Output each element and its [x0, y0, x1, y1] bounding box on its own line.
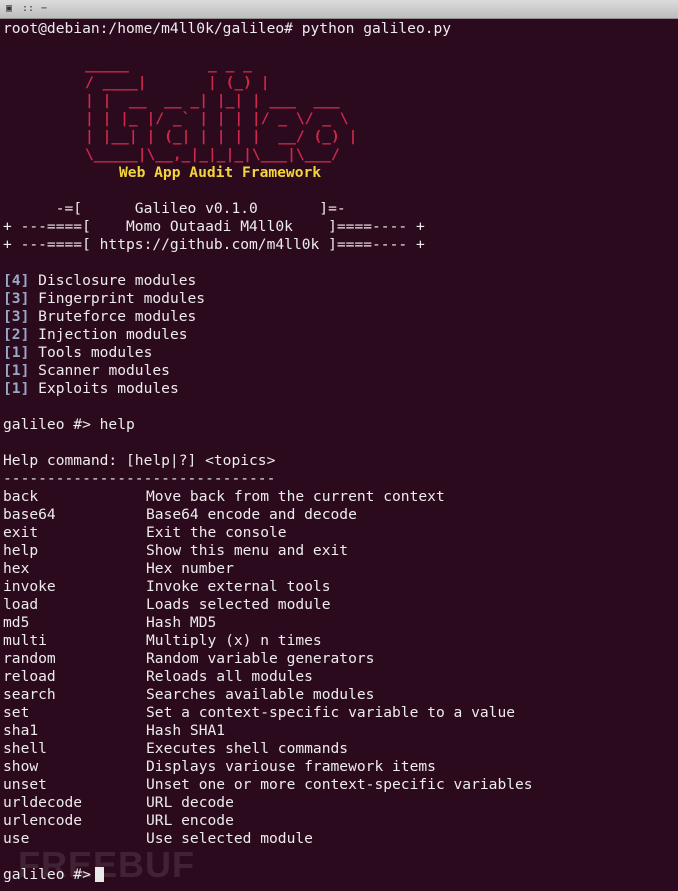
command-description: Loads selected module: [146, 596, 331, 613]
banner-author-line: + ---====[ Momo Outaadi M4ll0k ]====----…: [3, 218, 425, 235]
command-name: load: [3, 596, 39, 613]
banner-url-line: + ---====[ https://github.com/m4ll0k ]==…: [3, 236, 425, 253]
galileo-banner: _____ _ _ _ / ____| | (_) | | | __ __ _|…: [3, 56, 675, 181]
command-name: multi: [3, 632, 47, 649]
command-row: hex Hex number: [3, 560, 675, 578]
command-name: show: [3, 758, 39, 775]
command-row: multi Multiply (x) n times: [3, 632, 675, 650]
command-row: invoke Invoke external tools: [3, 578, 675, 596]
module-list: [4] Disclosure modules [3] Fingerprint mo…: [3, 272, 675, 398]
module-label: Fingerprint modules: [38, 290, 206, 307]
module-label: Exploits modules: [38, 380, 179, 397]
command-description: Hash SHA1: [146, 722, 226, 739]
command-description: Show this menu and exit: [146, 542, 349, 559]
module-item: [4] Disclosure modules: [3, 272, 675, 290]
command-description: Exit the console: [146, 524, 287, 541]
command-description: URL decode: [146, 794, 234, 811]
command-name: invoke: [3, 578, 56, 595]
command-row: shell Executes shell commands: [3, 740, 675, 758]
terminal-output[interactable]: root@debian:/home/m4ll0k/galileo# python…: [3, 20, 675, 888]
window-minimize-icon[interactable]: −: [38, 3, 50, 15]
command-description: URL encode: [146, 812, 234, 829]
command-description: Hex number: [146, 560, 234, 577]
command-name: random: [3, 650, 56, 667]
help-header: Help command: [help|?] <topics>: [3, 452, 276, 469]
module-count: [2]: [3, 326, 30, 343]
command-name: set: [3, 704, 30, 721]
command-description: Base64 encode and decode: [146, 506, 357, 523]
module-count: [4]: [3, 272, 30, 289]
command-row: help Show this menu and exit: [3, 542, 675, 560]
command-description: Multiply (x) n times: [146, 632, 322, 649]
command-row: search Searches available modules: [3, 686, 675, 704]
help-command-prompt: galileo #> help: [3, 416, 135, 433]
command-row: urlencode URL encode: [3, 812, 675, 830]
command-name: base64: [3, 506, 56, 523]
command-row: sha1 Hash SHA1: [3, 722, 675, 740]
module-count: [1]: [3, 344, 30, 361]
module-item: [1] Tools modules: [3, 344, 675, 362]
command-row: random Random variable generators: [3, 650, 675, 668]
command-row: urldecode URL decode: [3, 794, 675, 812]
banner-tagline: Web App Audit Framework: [119, 164, 322, 181]
galileo-ascii-logo: _____ _ _ _ / ____| | (_) | | | __ __ _|…: [85, 56, 358, 163]
command-name: sha1: [3, 722, 39, 739]
command-name: urldecode: [3, 794, 83, 811]
command-description: Set a context-specific variable to a val…: [146, 704, 516, 721]
module-item: [1] Scanner modules: [3, 362, 675, 380]
module-count: [1]: [3, 380, 30, 397]
module-item: [1] Exploits modules: [3, 380, 675, 398]
command-row: base64 Base64 encode and decode: [3, 506, 675, 524]
command-description: Hash MD5: [146, 614, 217, 631]
module-label: Bruteforce modules: [38, 308, 197, 325]
command-description: Move back from the current context: [146, 488, 445, 505]
command-description: Reloads all modules: [146, 668, 313, 685]
shell-prompt-line: root@debian:/home/m4ll0k/galileo# python…: [3, 20, 452, 37]
command-name: search: [3, 686, 56, 703]
command-row: md5 Hash MD5: [3, 614, 675, 632]
module-label: Disclosure modules: [38, 272, 197, 289]
banner-version-line: -=[ Galileo v0.1.0 ]=-: [3, 200, 346, 217]
module-item: [2] Injection modules: [3, 326, 675, 344]
command-name: shell: [3, 740, 47, 757]
window-menu-icon[interactable]: ::: [22, 3, 34, 15]
command-name: md5: [3, 614, 30, 631]
command-name: hex: [3, 560, 30, 577]
command-description: Unset one or more context-specific varia…: [146, 776, 533, 793]
command-row: exit Exit the console: [3, 524, 675, 542]
freebuf-watermark: FREEBUF: [18, 844, 195, 885]
module-item: [3] Bruteforce modules: [3, 308, 675, 326]
command-description: Displays variouse framework items: [146, 758, 436, 775]
command-name: help: [3, 542, 39, 559]
module-label: Tools modules: [38, 344, 153, 361]
command-name: urlencode: [3, 812, 83, 829]
module-label: Scanner modules: [38, 362, 170, 379]
command-row: back Move back from the current context: [3, 488, 675, 506]
command-description: Invoke external tools: [146, 578, 331, 595]
window-restore-icon[interactable]: ▣: [3, 3, 15, 15]
command-description: Searches available modules: [146, 686, 375, 703]
module-count: [3]: [3, 290, 30, 307]
command-name: back: [3, 488, 39, 505]
command-name: unset: [3, 776, 47, 793]
command-row: reload Reloads all modules: [3, 668, 675, 686]
module-label: Injection modules: [38, 326, 188, 343]
module-count: [1]: [3, 362, 30, 379]
module-item: [3] Fingerprint modules: [3, 290, 675, 308]
command-row: set Set a context-specific variable to a …: [3, 704, 675, 722]
window-titlebar: ▣ :: −: [0, 0, 678, 19]
command-description: Executes shell commands: [146, 740, 349, 757]
command-row: show Displays variouse framework items: [3, 758, 675, 776]
command-name: exit: [3, 524, 39, 541]
module-count: [3]: [3, 308, 30, 325]
command-table: back Move back from the current context ba…: [3, 488, 675, 848]
command-row: load Loads selected module: [3, 596, 675, 614]
command-row: unset Unset one or more context-specific …: [3, 776, 675, 794]
help-separator: -------------------------------: [3, 470, 276, 487]
command-description: Random variable generators: [146, 650, 375, 667]
command-name: reload: [3, 668, 56, 685]
